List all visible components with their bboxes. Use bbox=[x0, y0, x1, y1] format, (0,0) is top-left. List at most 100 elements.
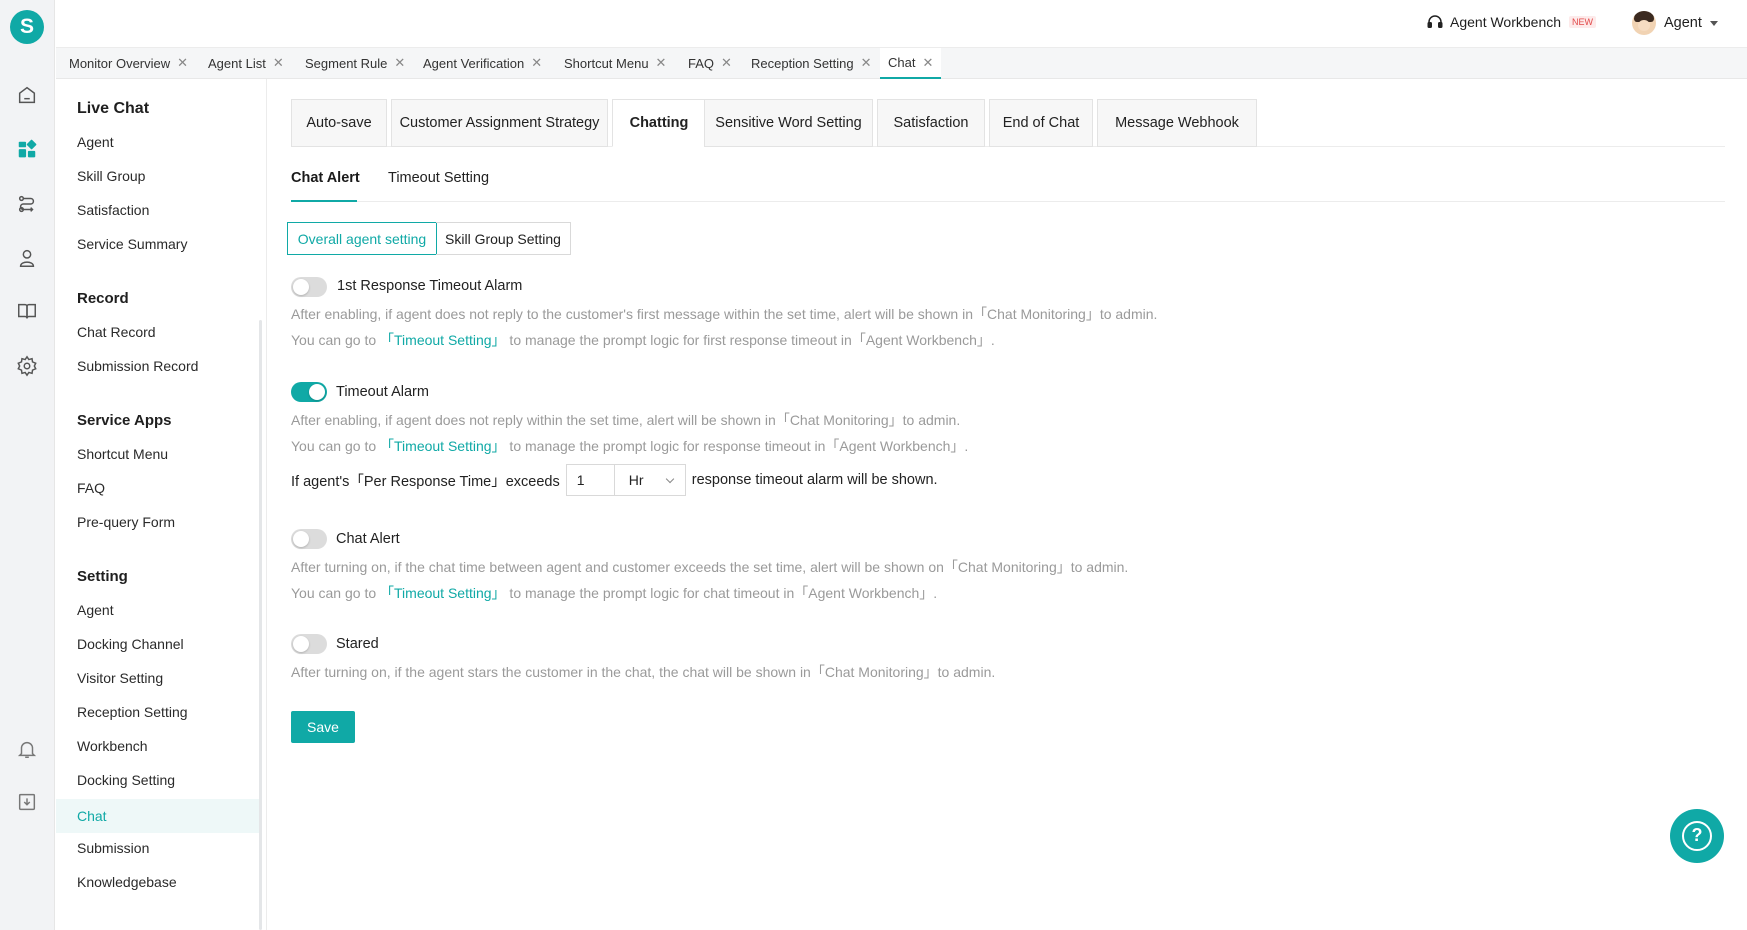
first-response-hint: You can go to 「Timeout Setting」 to manag… bbox=[291, 330, 995, 350]
sidebar-section-live-chat: Live Chat bbox=[77, 100, 150, 117]
close-icon[interactable]: ✕ bbox=[273, 55, 284, 71]
close-icon[interactable]: ✕ bbox=[531, 55, 542, 71]
sidebar-item-faq[interactable]: FAQ bbox=[77, 480, 105, 496]
threshold-suffix: response timeout alarm will be shown. bbox=[691, 472, 938, 488]
sidebar-item-shortcut-menu[interactable]: Shortcut Menu bbox=[77, 446, 168, 462]
page-tab-monitor-overview[interactable]: Monitor Overview ✕ bbox=[61, 48, 196, 78]
segment-overall-agent-setting[interactable]: Overall agent setting bbox=[287, 222, 437, 255]
tab-chatting[interactable]: Chatting bbox=[612, 99, 706, 147]
hint-text: You can go to bbox=[291, 332, 381, 348]
stared-toggle[interactable] bbox=[291, 634, 327, 654]
chatting-sub-tabs: Chat Alert Timeout Setting bbox=[291, 160, 1725, 202]
avatar bbox=[1632, 11, 1656, 35]
sidebar-item-docking-channel[interactable]: Docking Channel bbox=[77, 636, 184, 652]
tab-message-webhook[interactable]: Message Webhook bbox=[1097, 99, 1257, 147]
threshold-label: If agent's「Per Response Time」exceeds bbox=[291, 473, 560, 490]
close-icon[interactable]: ✕ bbox=[656, 55, 667, 71]
subtab-chat-alert[interactable]: Chat Alert bbox=[291, 170, 360, 186]
sidebar-item-agent[interactable]: Agent bbox=[77, 134, 114, 150]
page-tab-label: Reception Setting bbox=[751, 55, 854, 71]
timeout-setting-link[interactable]: 「Timeout Setting」 bbox=[380, 585, 506, 601]
sidebar-item-skill-group[interactable]: Skill Group bbox=[77, 168, 145, 184]
page-tab-reception-setting[interactable]: Reception Setting ✕ bbox=[743, 48, 880, 78]
subtab-timeout-setting[interactable]: Timeout Setting bbox=[388, 170, 489, 186]
page-tab-label: Chat bbox=[888, 55, 916, 70]
headset-icon bbox=[1427, 15, 1443, 28]
hint-text: You can go to bbox=[291, 438, 381, 454]
timeout-setting-link[interactable]: 「Timeout Setting」 bbox=[380, 332, 506, 348]
sidebar-item-submission-record[interactable]: Submission Record bbox=[77, 358, 198, 374]
tab-customer-assignment-strategy[interactable]: Customer Assignment Strategy bbox=[391, 99, 608, 147]
close-icon[interactable]: ✕ bbox=[922, 55, 933, 71]
gear-icon[interactable] bbox=[15, 354, 39, 378]
page-tab-agent-verification[interactable]: Agent Verification ✕ bbox=[415, 48, 550, 78]
sidebar-item-satisfaction[interactable]: Satisfaction bbox=[77, 202, 149, 218]
sidebar-item-submission[interactable]: Submission bbox=[77, 840, 149, 856]
first-response-title: 1st Response Timeout Alarm bbox=[337, 278, 523, 294]
book-icon[interactable] bbox=[15, 299, 39, 323]
caret-down-icon bbox=[1709, 20, 1718, 26]
chat-alert-desc: After turning on, if the chat time betwe… bbox=[291, 559, 1129, 575]
page-tab-label: FAQ bbox=[688, 55, 715, 71]
chat-alert-toggle[interactable] bbox=[291, 529, 327, 549]
first-response-toggle[interactable] bbox=[291, 277, 327, 297]
page-tab-label: Monitor Overview bbox=[69, 55, 171, 71]
agent-workbench-link[interactable]: Agent Workbench NEW bbox=[1426, 13, 1597, 31]
sidebar-section-record: Record bbox=[77, 290, 129, 307]
close-icon[interactable]: ✕ bbox=[394, 55, 405, 71]
chat-alert-hint: You can go to 「Timeout Setting」 to manag… bbox=[291, 583, 937, 603]
download-icon[interactable] bbox=[15, 790, 39, 814]
agent-icon[interactable] bbox=[15, 246, 39, 270]
sidebar-item-chat[interactable]: Chat bbox=[56, 799, 262, 833]
timeout-alarm-title: Timeout Alarm bbox=[336, 384, 429, 400]
help-button[interactable]: ? bbox=[1670, 809, 1724, 863]
user-menu[interactable]: Agent bbox=[1632, 11, 1718, 35]
page-tab-shortcut-menu[interactable]: Shortcut Menu ✕ bbox=[556, 48, 674, 78]
sidebar-scrollbar[interactable] bbox=[259, 320, 262, 930]
threshold-unit-select[interactable]: Hr bbox=[613, 464, 686, 496]
tab-auto-save[interactable]: Auto-save bbox=[291, 99, 387, 147]
timeout-setting-link[interactable]: 「Timeout Setting」 bbox=[380, 438, 506, 454]
page-tab-label: Shortcut Menu bbox=[564, 55, 649, 71]
close-icon[interactable]: ✕ bbox=[861, 55, 872, 71]
user-name: Agent bbox=[1664, 15, 1702, 31]
routing-icon[interactable] bbox=[15, 192, 39, 216]
sidebar: Live Chat Agent Skill Group Satisfaction… bbox=[56, 79, 262, 930]
hint-text: to manage the prompt logic for response … bbox=[505, 438, 969, 454]
timeout-alarm-hint: You can go to 「Timeout Setting」 to manag… bbox=[291, 436, 968, 456]
threshold-value-input[interactable]: 1 bbox=[565, 464, 614, 496]
chat-alert-title: Chat Alert bbox=[336, 531, 400, 547]
page-tab-agent-list[interactable]: Agent List ✕ bbox=[200, 48, 292, 78]
page-tab-chat[interactable]: Chat ✕ bbox=[880, 48, 942, 79]
sidebar-item-docking-setting[interactable]: Docking Setting bbox=[77, 772, 175, 788]
tab-satisfaction[interactable]: Satisfaction bbox=[877, 99, 985, 147]
unit-value: Hr bbox=[628, 472, 644, 488]
sidebar-item-knowledgebase[interactable]: Knowledgebase bbox=[77, 874, 177, 890]
save-button[interactable]: Save bbox=[291, 711, 355, 743]
dashboard-icon[interactable] bbox=[15, 138, 39, 162]
app-logo[interactable]: S bbox=[10, 10, 44, 44]
tab-end-of-chat[interactable]: End of Chat bbox=[989, 99, 1093, 147]
home-icon[interactable] bbox=[15, 83, 39, 107]
page-tab-label: Agent List bbox=[208, 55, 266, 71]
page-tab-segment-rule[interactable]: Segment Rule ✕ bbox=[297, 48, 413, 78]
sidebar-item-chat-record[interactable]: Chat Record bbox=[77, 324, 156, 340]
new-badge: NEW bbox=[1569, 16, 1597, 28]
sidebar-item-agent-setting[interactable]: Agent bbox=[77, 602, 114, 618]
timeout-alarm-toggle[interactable] bbox=[291, 382, 327, 402]
hint-text: to manage the prompt logic for first res… bbox=[505, 332, 995, 348]
active-subtab-underline bbox=[291, 200, 357, 202]
tab-sensitive-word-setting[interactable]: Sensitive Word Setting bbox=[704, 99, 873, 147]
sidebar-item-service-summary[interactable]: Service Summary bbox=[77, 236, 187, 252]
close-icon[interactable]: ✕ bbox=[721, 55, 732, 71]
help-icon: ? bbox=[1682, 821, 1712, 851]
sidebar-item-pre-query-form[interactable]: Pre-query Form bbox=[77, 514, 175, 530]
sidebar-item-workbench[interactable]: Workbench bbox=[77, 738, 148, 754]
sidebar-item-visitor-setting[interactable]: Visitor Setting bbox=[77, 670, 163, 686]
page-tab-faq[interactable]: FAQ ✕ bbox=[680, 48, 740, 78]
sidebar-item-reception-setting[interactable]: Reception Setting bbox=[77, 704, 188, 720]
bell-icon[interactable] bbox=[15, 737, 39, 761]
segment-skill-group-setting[interactable]: Skill Group Setting bbox=[436, 222, 571, 255]
close-icon[interactable]: ✕ bbox=[177, 55, 188, 71]
hint-text: You can go to bbox=[291, 585, 381, 601]
